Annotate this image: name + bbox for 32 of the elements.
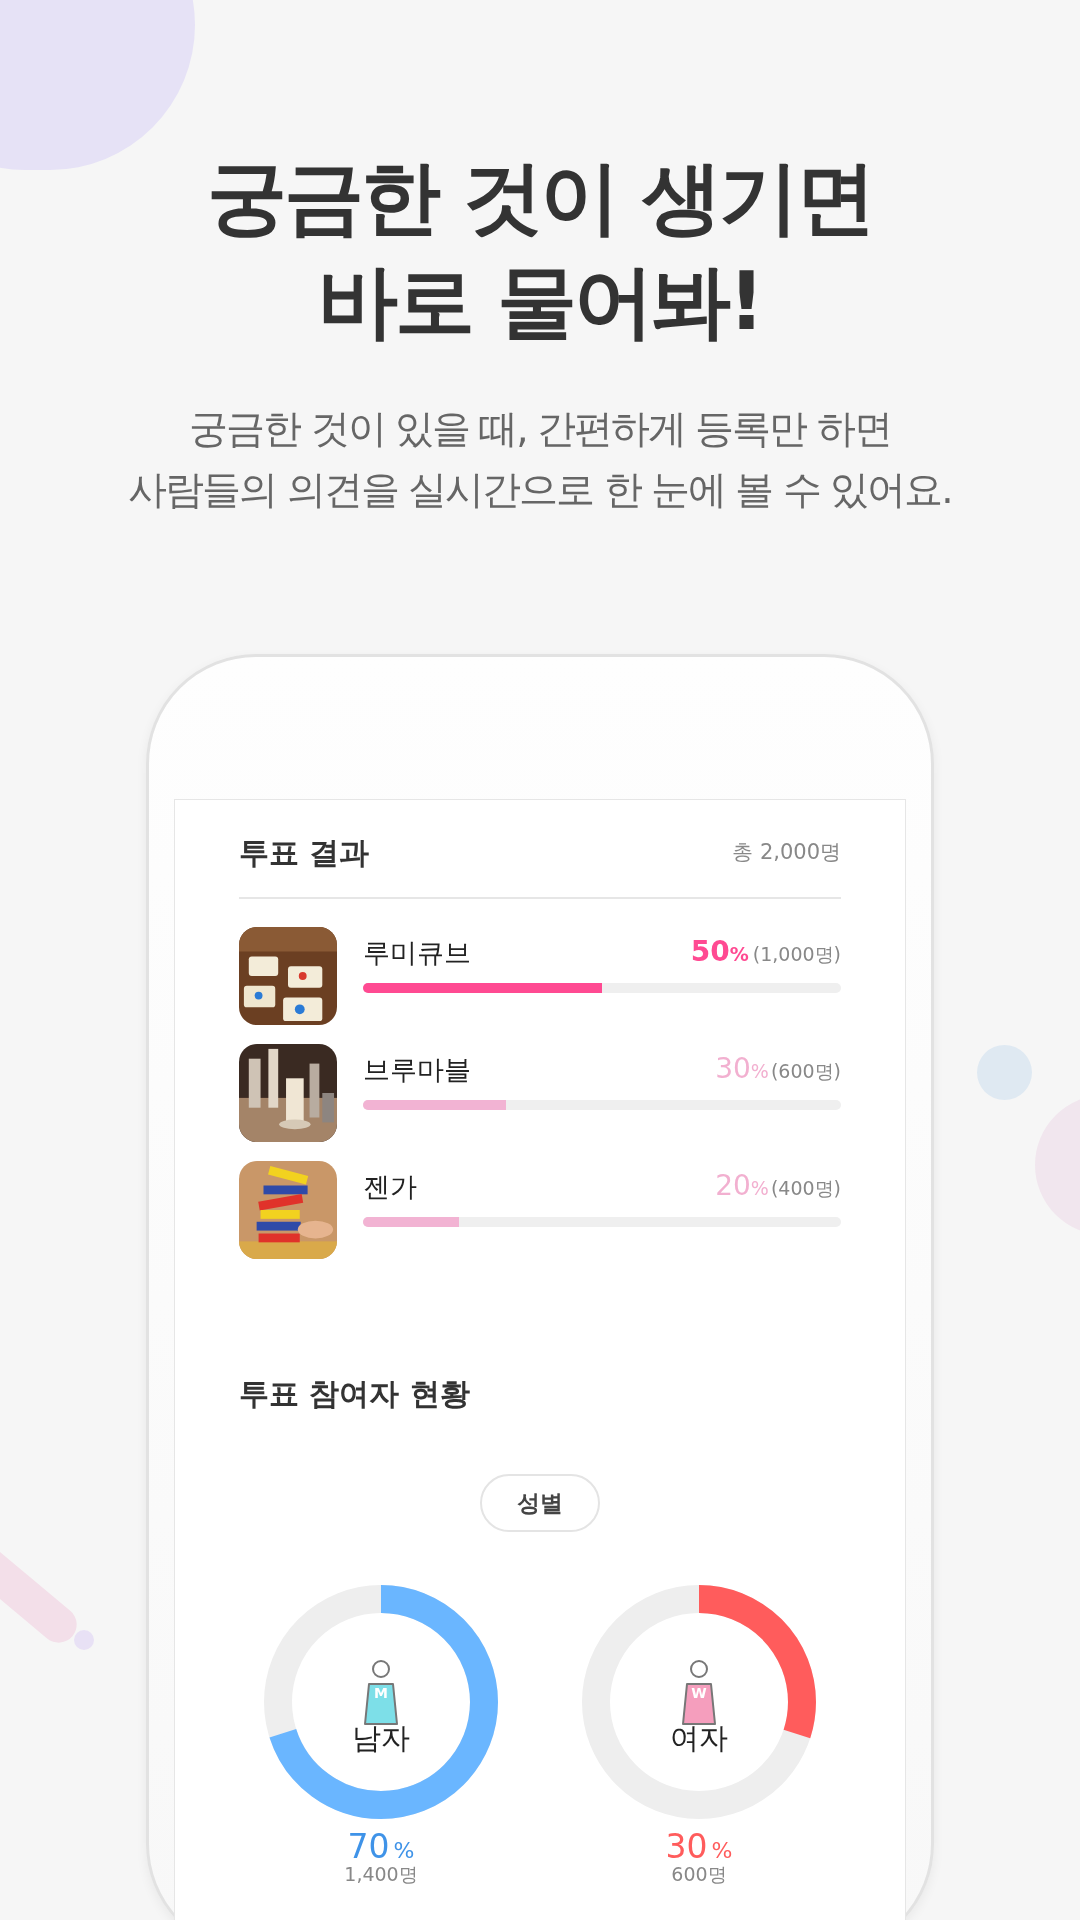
option-count: (400명) xyxy=(770,1176,841,1201)
headline: 바로 물어봐! xyxy=(318,254,762,350)
option-label: 루미큐브 xyxy=(363,935,471,970)
percent-sign: % xyxy=(750,1060,769,1084)
results-title: 투표 결과 xyxy=(239,834,370,872)
gender-label: 여자 xyxy=(670,1723,728,1753)
percent-sign: % xyxy=(711,1840,733,1862)
option-percent: 50 xyxy=(690,934,730,970)
option-count: (1,000명) xyxy=(752,942,841,967)
total-count: 총 2,000명 xyxy=(732,838,841,866)
option-percent: 20 xyxy=(715,1168,751,1204)
percent-sign: % xyxy=(750,1177,769,1201)
participants-title: 투표 참여자 현황 xyxy=(239,1376,470,1411)
percent-sign: % xyxy=(393,1840,415,1862)
figure-letter: W xyxy=(691,1685,707,1700)
option-count: (600명) xyxy=(770,1059,841,1084)
option-percent: 30 xyxy=(715,1051,751,1087)
woman-figure-icon xyxy=(679,1659,719,1728)
gender-label: 남자 xyxy=(352,1723,410,1753)
subtitle: 사람들의 의견을 실시간으로 한 눈에 볼 수 있어요. xyxy=(128,466,952,514)
gender-percent: 30 xyxy=(665,1830,708,1863)
option-label: 젠가 xyxy=(363,1169,417,1204)
subtitle: 궁금한 것이 있을 때, 간편하게 등록만 하면 xyxy=(189,405,891,453)
gender-count: 1,400명 xyxy=(344,1865,418,1884)
figure-letter: M xyxy=(374,1685,388,1700)
man-figure-icon xyxy=(361,1659,401,1728)
gender-count: 600명 xyxy=(671,1865,727,1884)
percent-sign: % xyxy=(729,943,749,967)
headline: 궁금한 것이 생기면 xyxy=(207,150,873,246)
option-label: 브루마블 xyxy=(363,1052,471,1087)
gender-filter-button[interactable]: 성별 xyxy=(480,1474,600,1532)
gender-percent: 70 xyxy=(347,1830,390,1863)
